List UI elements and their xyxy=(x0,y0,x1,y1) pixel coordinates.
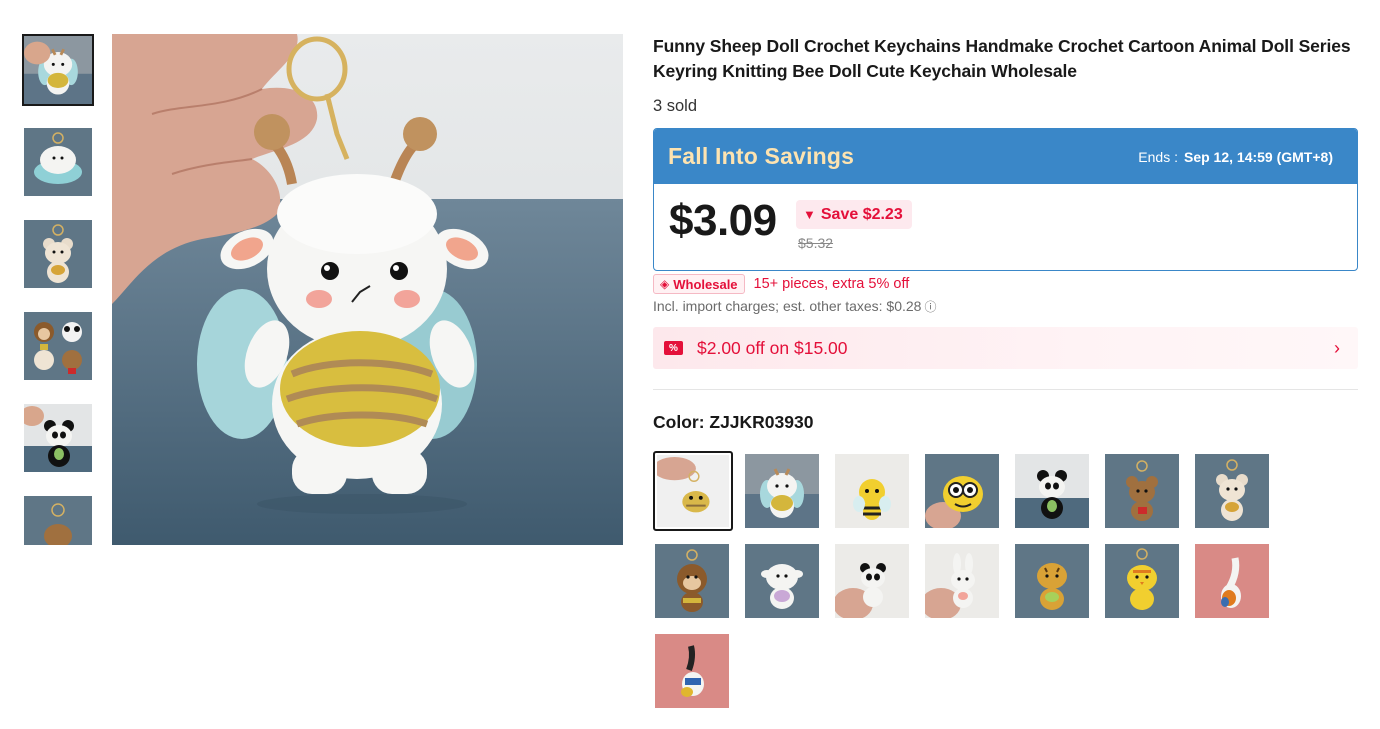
promo-body: $3.09 ▼ Save $2.23 $5.32 xyxy=(654,184,1357,270)
thumbnail-brown-bear[interactable] xyxy=(24,496,92,545)
swatch-brown-bear[interactable] xyxy=(1105,454,1179,528)
swatch-goose-scarf[interactable] xyxy=(655,634,729,708)
thumbnail-sheep-bee[interactable] xyxy=(22,34,94,106)
info-icon[interactable]: ⓘ xyxy=(924,300,936,314)
color-swatches xyxy=(653,451,1359,711)
swatch-panda[interactable] xyxy=(1015,454,1089,528)
promo-box: Fall Into Savings Ends : Sep 12, 14:59 (G… xyxy=(653,128,1358,271)
wholesale-badge: ◈ Wholesale xyxy=(653,274,745,294)
tax-text: Incl. import charges; est. other taxes: … xyxy=(653,298,922,314)
promo-ends-value: Sep 12, 14:59 (GMT+8) xyxy=(1183,148,1333,165)
thumbnail-cloud[interactable] xyxy=(24,128,92,196)
thumbnail-strip xyxy=(22,34,94,545)
sale-price: $3.09 xyxy=(669,196,777,245)
swatch-cream-bear[interactable] xyxy=(1195,454,1269,528)
promo-header: Fall Into Savings Ends : Sep 12, 14:59 (G… xyxy=(654,129,1357,184)
tag-icon: ◈ xyxy=(660,277,670,291)
swatch-bee-hand[interactable] xyxy=(653,451,733,531)
coupon-text: $2.00 off on $15.00 xyxy=(697,337,848,358)
promo-ends-label: Ends : xyxy=(1138,148,1178,165)
coupon-banner[interactable]: % $2.00 off on $15.00 › xyxy=(653,327,1358,369)
chevron-right-icon[interactable]: › xyxy=(1334,338,1340,359)
swatch-panda-hand[interactable] xyxy=(835,544,909,618)
wholesale-badge-label: Wholesale xyxy=(673,276,738,292)
sold-count: 3 sold xyxy=(653,97,698,115)
promo-ends: Ends : Sep 12, 14:59 (GMT+8) xyxy=(1138,149,1333,165)
thumbnail-group[interactable] xyxy=(24,312,92,380)
save-badge: ▼ Save $2.23 xyxy=(796,200,912,229)
product-title: Funny Sheep Doll Crochet Keychains Handm… xyxy=(653,36,1351,81)
wholesale-offer: 15+ pieces, extra 5% off xyxy=(753,276,910,292)
original-price: $5.32 xyxy=(798,235,834,251)
swatch-lamb-pink[interactable] xyxy=(745,544,819,618)
main-product-image[interactable] xyxy=(112,34,623,545)
tax-note: Incl. import charges; est. other taxes: … xyxy=(653,298,936,315)
swatch-monkey[interactable] xyxy=(655,544,729,618)
divider xyxy=(653,389,1358,390)
thumbnail-panda[interactable] xyxy=(24,404,92,472)
thumbnail-bear[interactable] xyxy=(24,220,92,288)
swatch-bunny[interactable] xyxy=(925,544,999,618)
color-label: Color: ZJJKR03930 xyxy=(653,412,814,432)
swatch-chick[interactable] xyxy=(1105,544,1179,618)
swatch-tiger[interactable] xyxy=(1015,544,1089,618)
swatch-goose-pink[interactable] xyxy=(1195,544,1269,618)
swatch-bee-goggle[interactable] xyxy=(925,454,999,528)
coupon-icon: % xyxy=(664,341,683,355)
arrow-down-icon: ▼ xyxy=(803,207,816,222)
product-info: Funny Sheep Doll Crochet Keychains Handm… xyxy=(653,34,1359,708)
wholesale-row: ◈ Wholesale 15+ pieces, extra 5% off xyxy=(653,274,909,294)
swatch-sheep-bee[interactable] xyxy=(745,454,819,528)
save-amount: Save $2.23 xyxy=(820,205,903,223)
swatch-bee[interactable] xyxy=(835,454,909,528)
promo-title: Fall Into Savings xyxy=(668,143,855,169)
